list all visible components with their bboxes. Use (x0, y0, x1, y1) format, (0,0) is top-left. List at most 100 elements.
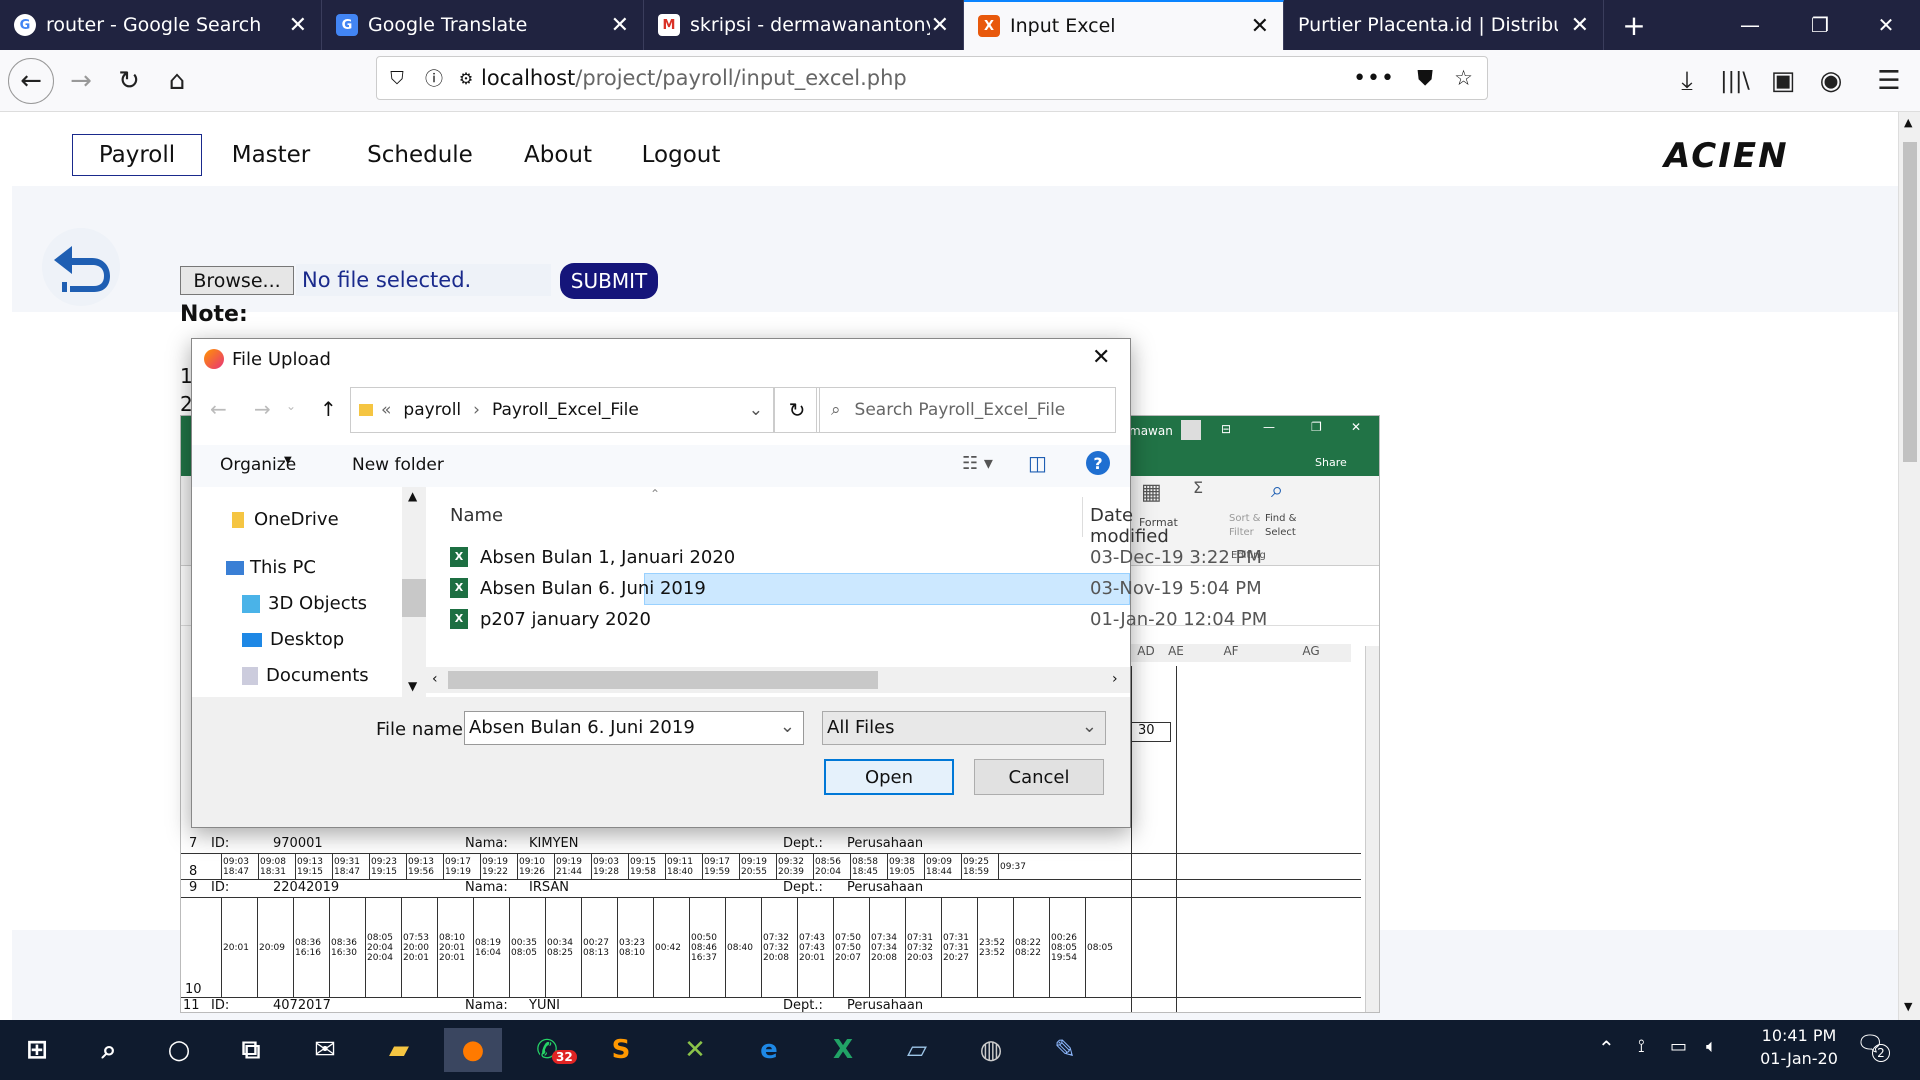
menu-schedule[interactable]: Schedule (346, 134, 494, 176)
scroll-down-icon[interactable]: ▼ (408, 679, 417, 693)
forward-icon[interactable]: → (58, 58, 104, 104)
dialog-close-icon[interactable]: ✕ (1092, 345, 1110, 370)
cortana-icon[interactable]: ○ (150, 1028, 208, 1072)
nav-3d-objects[interactable]: 3D Objects (242, 593, 367, 614)
close-icon[interactable]: ✕ (1571, 13, 1589, 38)
scroll-up-icon[interactable]: ▲ (1904, 116, 1912, 129)
tab-purtier[interactable]: Purtier Placenta.id | Distributor Re ✕ (1284, 0, 1604, 50)
close-icon[interactable]: ✕ (1251, 14, 1269, 39)
dialog-forward-icon[interactable]: → (254, 397, 271, 421)
scroll-down-icon[interactable]: ▼ (1904, 1000, 1912, 1013)
firefox-icon[interactable]: ● (444, 1028, 502, 1072)
nav-desktop[interactable]: Desktop (242, 629, 344, 650)
excel-icon[interactable]: X (814, 1028, 872, 1072)
xampp-icon[interactable]: ✕ (666, 1028, 724, 1072)
tray-chevron-icon[interactable]: ⌃ (1598, 1036, 1615, 1060)
nav-scrollbar[interactable]: ▲ ▼ (402, 487, 426, 697)
horizontal-scrollbar[interactable]: ‹ › (426, 667, 1130, 693)
menu-about[interactable]: About (508, 134, 608, 176)
library-icon[interactable]: |||\ (1712, 58, 1758, 104)
address-bar[interactable]: ⛉ ⓘ ⚙ localhost/project/payroll/input_ex… (376, 56, 1488, 100)
file-row[interactable]: X Absen Bulan 1, Januari 2020 03-Dec-19 … (444, 543, 1262, 573)
clock[interactable]: 10:41 PM 01-Jan-20 (1744, 1026, 1854, 1074)
paint-icon[interactable]: ✎ (1036, 1028, 1094, 1072)
menu-icon[interactable]: ☰ (1866, 58, 1912, 104)
volume-icon[interactable]: 🔈︎ (1706, 1036, 1717, 1057)
scroll-up-icon[interactable]: ▲ (408, 489, 417, 503)
close-icon[interactable]: ✕ (611, 13, 629, 38)
cancel-button[interactable]: Cancel (974, 759, 1104, 795)
browse-button[interactable]: Browse... (180, 266, 294, 295)
preview-pane-icon[interactable]: ◫ (1028, 451, 1047, 475)
shield-icon[interactable]: ⛉ (377, 68, 417, 89)
pocket-icon[interactable]: ⛊ (1417, 66, 1433, 91)
task-view-icon[interactable]: ⧉ (222, 1028, 280, 1072)
sublime-icon[interactable]: S (592, 1028, 650, 1072)
scroll-thumb[interactable] (448, 671, 878, 689)
permissions-icon[interactable]: ⚙ (451, 69, 481, 88)
more-icon[interactable]: ••• (1353, 66, 1395, 91)
file-type-select[interactable]: All Files ⌄ (822, 711, 1106, 745)
network-icon[interactable]: ⟟ (1638, 1036, 1645, 1057)
open-button[interactable]: Open (824, 759, 954, 795)
file-row[interactable]: X Absen Bulan 6. Juni 2019 03-Nov-19 5:0… (444, 573, 1262, 605)
tab-google-translate[interactable]: G Google Translate ✕ (322, 0, 644, 50)
reload-icon[interactable]: ↻ (106, 58, 152, 104)
chevron-down-icon[interactable]: ⌄ (749, 400, 763, 420)
nav-documents[interactable]: Documents (242, 665, 369, 686)
back-arrow-icon[interactable] (42, 228, 120, 306)
chevron-down-icon[interactable]: ⌄ (1082, 716, 1097, 737)
view-options-icon[interactable]: ☷ ▾ (962, 453, 993, 474)
recent-dropdown-icon[interactable]: ⌄ (286, 399, 296, 413)
menu-logout[interactable]: Logout (626, 134, 736, 176)
page-scrollbar[interactable]: ▲ ▼ (1898, 112, 1920, 1020)
refresh-icon[interactable]: ↻ (774, 387, 820, 433)
chevron-down-icon[interactable]: ⌄ (780, 716, 795, 737)
new-tab-button[interactable]: + (1604, 0, 1664, 50)
scroll-left-icon[interactable]: ‹ (432, 671, 438, 687)
account-icon[interactable]: ◉ (1808, 58, 1854, 104)
bookmark-star-icon[interactable]: ☆ (1454, 66, 1473, 90)
help-icon[interactable]: ? (1086, 451, 1110, 475)
menu-payroll[interactable]: Payroll (72, 134, 202, 176)
photoscape-icon[interactable]: ◍ (962, 1028, 1020, 1072)
minimize-button[interactable]: — (1720, 0, 1780, 50)
breadcrumb-payroll-excel-file[interactable]: Payroll_Excel_File (492, 400, 639, 420)
file-name-input[interactable]: Absen Bulan 6. Juni 2019 ⌄ (464, 711, 804, 745)
nav-onedrive[interactable]: OneDrive (232, 509, 339, 530)
edge-icon[interactable]: e (740, 1028, 798, 1072)
tab-google-search[interactable]: G router - Google Search ✕ (0, 0, 322, 50)
notepad-icon[interactable]: ▱ (888, 1028, 946, 1072)
close-window-button[interactable]: ✕ (1856, 0, 1916, 50)
close-icon[interactable]: ✕ (289, 13, 307, 38)
scroll-thumb[interactable] (402, 579, 426, 617)
notification-center-icon[interactable]: 🗨︎ 2 (1856, 1032, 1896, 1068)
up-folder-icon[interactable]: ↑ (320, 397, 337, 421)
menu-master[interactable]: Master (216, 134, 326, 176)
info-icon[interactable]: ⓘ (417, 65, 451, 91)
tab-input-excel[interactable]: X Input Excel ✕ (964, 0, 1284, 50)
scroll-thumb[interactable] (1903, 142, 1917, 462)
breadcrumb[interactable]: « payroll › Payroll_Excel_File ⌄ (350, 387, 774, 433)
submit-button[interactable]: SUBMIT (560, 263, 658, 299)
file-row[interactable]: X p207 january 2020 01-Jan-20 12:04 PM (444, 605, 1267, 635)
download-icon[interactable]: ⤓ (1664, 58, 1710, 104)
search-icon[interactable]: ⌕ (80, 1028, 138, 1072)
sidebar-icon[interactable]: ▣ (1760, 58, 1806, 104)
whatsapp-icon[interactable]: ✆ 32 (518, 1028, 577, 1072)
organize-dropdown-icon[interactable]: ▼ (284, 455, 292, 466)
dialog-back-icon[interactable]: ← (210, 397, 227, 421)
close-icon[interactable]: ✕ (931, 13, 949, 38)
tab-gmail[interactable]: M skripsi - dermawanantony@g ✕ (644, 0, 964, 50)
column-name[interactable]: Name (450, 505, 503, 526)
file-explorer-icon[interactable]: ▰ (370, 1028, 428, 1072)
battery-icon[interactable]: ▭ (1670, 1036, 1687, 1057)
mail-icon[interactable]: ✉ (296, 1028, 354, 1072)
column-date[interactable]: Date modified (1090, 505, 1169, 547)
nav-this-pc[interactable]: This PC (226, 557, 316, 578)
back-icon[interactable]: ← (8, 58, 54, 104)
home-icon[interactable]: ⌂ (154, 58, 200, 104)
scroll-right-icon[interactable]: › (1112, 671, 1118, 687)
search-input[interactable]: ⌕ Search Payroll_Excel_File (816, 387, 1116, 433)
column-divider[interactable] (1082, 497, 1083, 537)
